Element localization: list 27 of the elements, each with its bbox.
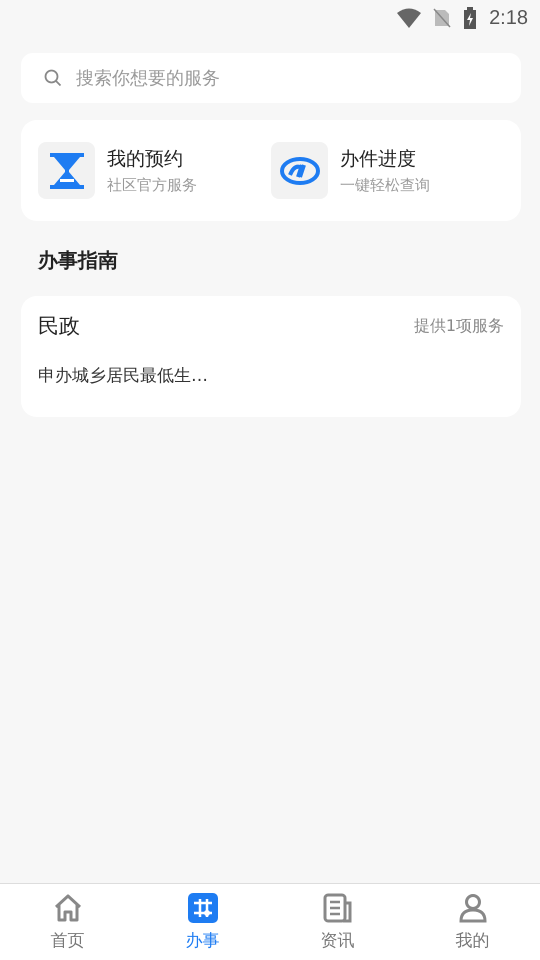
nav-tab[interactable]: 首页 bbox=[0, 884, 135, 960]
category-name: 民政 bbox=[38, 313, 80, 340]
nav-tab[interactable]: 办事 bbox=[135, 884, 270, 960]
service-count: 提供1项服务 bbox=[414, 316, 504, 336]
shortcut-subtitle: 一键轻松查询 bbox=[340, 176, 430, 195]
battery-charging-icon bbox=[463, 7, 478, 29]
status-time: 2:18 bbox=[489, 6, 528, 30]
section-heading: 办事指南 bbox=[38, 247, 119, 274]
nav-tab[interactable]: 资讯 bbox=[270, 884, 405, 960]
shortcut-subtitle: 社区官方服务 bbox=[107, 176, 197, 195]
shortcut-item[interactable]: 我的预约 社区官方服务 bbox=[38, 142, 271, 199]
home-icon bbox=[52, 892, 82, 922]
search-field[interactable]: 搜索你想要的服务 bbox=[74, 66, 521, 90]
task-icon bbox=[188, 892, 218, 922]
no-sim-icon bbox=[433, 8, 452, 28]
shortcut-title: 办件进度 bbox=[340, 147, 417, 172]
service-item[interactable]: 申办城乡居民最低生… bbox=[38, 364, 504, 387]
news-icon bbox=[322, 892, 352, 922]
wifi-icon bbox=[397, 8, 422, 28]
search-field[interactable]: 搜索你想要的服务 bbox=[21, 53, 521, 103]
nav-tab[interactable]: 我的 bbox=[405, 884, 540, 960]
shortcut-title: 我的预约 bbox=[107, 147, 184, 172]
user-icon bbox=[458, 892, 488, 922]
si-logo-icon bbox=[280, 156, 320, 184]
shortcut-item[interactable]: 办件进度 一键轻松查询 bbox=[271, 142, 504, 199]
search-icon bbox=[44, 69, 62, 87]
hourglass-icon bbox=[50, 152, 84, 188]
